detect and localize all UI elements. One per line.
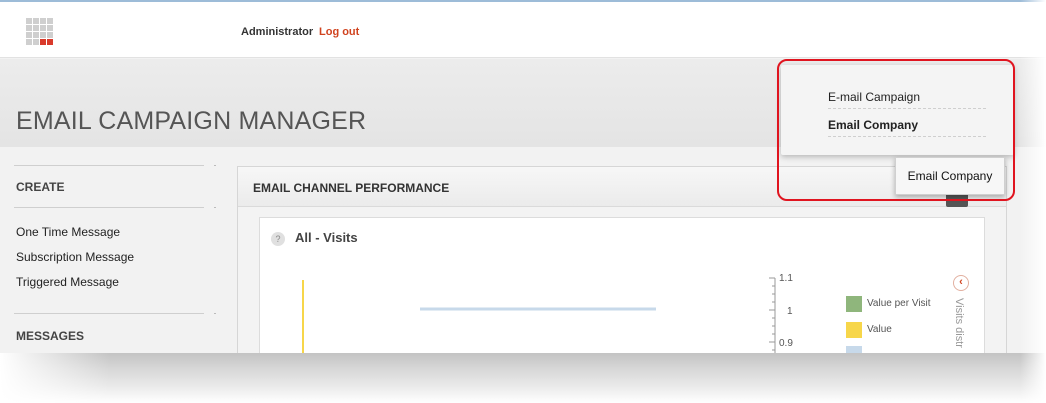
sidebar-heading-messages: MESSAGES: [16, 329, 85, 343]
sidebar-divider-tick: [214, 313, 216, 314]
top-bar: Administrator Log out: [0, 0, 1046, 58]
bottom-left-fade: [0, 353, 110, 403]
top-accent-line: [0, 0, 1046, 2]
sidebar-divider: [14, 207, 204, 208]
annotation-highlight-box: [777, 59, 1015, 201]
y-tick-label: 1.1: [779, 273, 793, 284]
panel-body: ? All - Visits 1.1 1 0.9 Value per Visit…: [238, 207, 1006, 353]
page-title: EMAIL CAMPAIGN MANAGER: [16, 107, 367, 135]
panel-title: EMAIL CHANNEL PERFORMANCE: [253, 181, 450, 195]
sidebar-divider-tick: [214, 207, 216, 208]
logout-link[interactable]: Log out: [319, 26, 359, 38]
legend-swatch-value: [846, 322, 862, 338]
visits-distribution-label: Visits distr: [953, 298, 965, 348]
grid-logo-icon[interactable]: [26, 18, 54, 46]
sidebar-divider-tick: [214, 165, 216, 166]
sidebar-divider: [14, 165, 204, 166]
sidebar: CREATE One Time Message Subscription Mes…: [0, 147, 220, 353]
value-bar: [302, 280, 304, 353]
y-tick-label: 1: [787, 306, 793, 317]
sidebar-heading-create: CREATE: [16, 180, 65, 194]
legend-label-value[interactable]: Value: [867, 324, 892, 335]
app-window: Administrator Log out EMAIL CAMPAIGN MAN…: [0, 0, 1046, 353]
legend-swatch-value-per-visit: [846, 296, 862, 312]
sidebar-item-subscription-message[interactable]: Subscription Message: [16, 250, 134, 264]
visits-card: ? All - Visits 1.1 1 0.9 Value per Visit…: [259, 217, 985, 353]
sidebar-divider: [14, 313, 204, 314]
sidebar-item-one-time-message[interactable]: One Time Message: [16, 225, 120, 239]
y-tick-label: 0.9: [779, 338, 793, 349]
user-name: Administrator: [241, 26, 314, 38]
legend-swatch-partial: [846, 346, 862, 353]
chevron-left-icon[interactable]: ‹: [953, 275, 969, 291]
right-edge-fade: [1020, 0, 1046, 403]
sidebar-item-triggered-message[interactable]: Triggered Message: [16, 275, 119, 289]
y-axis-ticks: [769, 277, 775, 351]
legend-label-value-per-visit[interactable]: Value per Visit: [867, 298, 931, 309]
bottom-shadow-band: [0, 353, 1046, 403]
